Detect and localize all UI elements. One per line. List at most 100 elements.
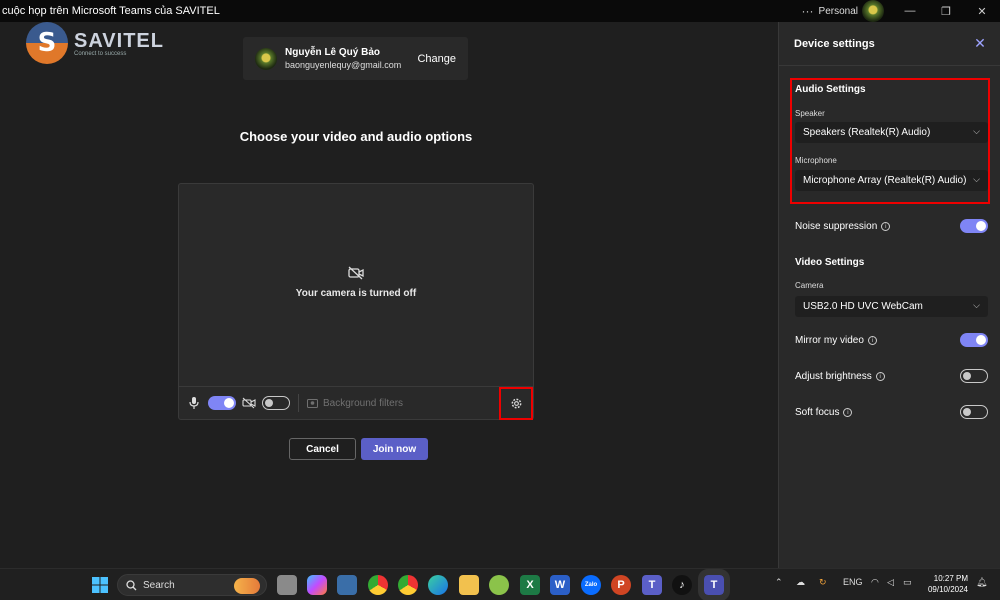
more-options-icon[interactable]: ··· <box>797 4 819 18</box>
gear-icon <box>511 398 521 409</box>
close-window-icon[interactable]: ✕ <box>964 5 1000 18</box>
teams-icon[interactable]: T <box>642 575 662 595</box>
mirror-video-label: Mirror my video <box>795 334 864 346</box>
join-now-button[interactable]: Join now <box>361 438 428 460</box>
wifi-icon[interactable]: ◠ <box>871 577 879 588</box>
camera-off-text: Your camera is turned off <box>295 288 417 299</box>
coccoc-icon[interactable] <box>489 575 509 595</box>
account-name: Nguyễn Lê Quý Bảo <box>285 47 381 58</box>
info-icon[interactable]: i <box>875 371 885 381</box>
photos-icon[interactable] <box>337 575 357 595</box>
cancel-button[interactable]: Cancel <box>289 438 356 460</box>
noise-suppression-row: Noise suppression i <box>795 218 988 234</box>
clock[interactable]: 10:27 PM 09/10/2024 <box>920 573 968 595</box>
microphone-icon <box>189 397 199 409</box>
start-icon[interactable] <box>90 575 110 595</box>
device-settings-button[interactable] <box>499 387 533 420</box>
chevron-down-icon: ⌵ <box>973 126 980 136</box>
device-settings-panel: Device settings ✕ Audio Settings Speaker… <box>778 22 1000 568</box>
search-icon <box>126 579 137 590</box>
camera-toggle[interactable] <box>262 396 290 410</box>
soft-focus-toggle[interactable] <box>960 405 988 419</box>
taskbar: Search X W Zalo P T ♪ T ⌃ ☁ ↻ ENG ◠ ◁ ▭ … <box>0 568 1000 600</box>
info-icon[interactable]: i <box>867 335 877 345</box>
speaker-label: Speaker <box>795 109 825 118</box>
clock-date: 09/10/2024 <box>927 585 968 594</box>
search-highlight-icon <box>234 578 260 594</box>
word-icon[interactable]: W <box>550 575 570 595</box>
tiktok-icon[interactable]: ♪ <box>672 575 692 595</box>
speaker-dropdown[interactable]: Speakers (Realtek(R) Audio) ⌵ <box>795 122 988 143</box>
panel-title: Device settings <box>794 37 875 50</box>
sync-icon[interactable]: ↻ <box>819 577 827 588</box>
chrome-icon[interactable] <box>368 575 388 595</box>
chevron-down-icon: ⌵ <box>973 174 980 184</box>
page-title: Choose your video and audio options <box>239 129 473 144</box>
language-indicator[interactable]: ENG <box>843 577 863 587</box>
camera-label: Camera <box>795 281 824 290</box>
camera-off-small-icon <box>242 397 256 409</box>
zalo-icon[interactable]: Zalo <box>581 575 601 595</box>
adjust-brightness-row: Adjust brightness i <box>795 368 988 384</box>
speaker-value: Speakers (Realtek(R) Audio) <box>803 127 931 138</box>
profile-label[interactable]: Personal <box>819 6 858 17</box>
clock-time: 10:27 PM <box>933 574 968 583</box>
account-card: Nguyễn Lê Quý Bảo baonguyenlequy@gmail.c… <box>243 37 468 80</box>
microphone-dropdown[interactable]: Microphone Array (Realtek(R) Audio) ⌵ <box>795 170 988 191</box>
copilot-icon[interactable] <box>307 575 327 595</box>
powerpoint-icon[interactable]: P <box>611 575 631 595</box>
window-title: cuộc họp trên Microsoft Teams của SAVITE… <box>2 5 220 17</box>
noise-suppression-toggle[interactable] <box>960 219 988 233</box>
divider <box>298 394 299 412</box>
info-icon[interactable]: i <box>881 221 891 231</box>
soft-focus-row: Soft focus i <box>795 404 988 420</box>
logo-mark: S <box>26 22 68 64</box>
battery-icon[interactable]: ▭ <box>903 577 912 588</box>
volume-icon[interactable]: ◁ <box>887 577 894 588</box>
microphone-value: Microphone Array (Realtek(R) Audio) <box>803 175 967 186</box>
camera-off-icon <box>348 266 364 280</box>
chevron-up-icon[interactable]: ⌃ <box>775 577 783 588</box>
profile-avatar[interactable] <box>862 0 884 22</box>
account-email: baonguyenlequy@gmail.com <box>285 60 402 70</box>
background-filters-icon <box>307 398 318 408</box>
cloud-icon[interactable]: ☁ <box>796 577 805 588</box>
account-avatar <box>255 47 277 70</box>
noise-suppression-label: Noise suppression <box>795 220 878 232</box>
camera-off-message: Your camera is turned off <box>179 266 533 299</box>
task-view-icon[interactable] <box>277 575 297 595</box>
file-explorer-icon[interactable] <box>459 575 479 595</box>
search-box[interactable]: Search <box>117 574 267 596</box>
logo-tagline: Connect to success <box>74 50 127 57</box>
close-panel-icon[interactable]: ✕ <box>960 35 1000 52</box>
mirror-video-row: Mirror my video i <box>795 332 988 348</box>
camera-dropdown[interactable]: USB2.0 HD UVC WebCam ⌵ <box>795 296 988 317</box>
info-icon[interactable]: i <box>843 407 853 417</box>
video-preview: Your camera is turned off Background fil… <box>178 183 534 420</box>
chrome-profile-icon[interactable] <box>398 575 418 595</box>
restore-icon[interactable]: ❐ <box>928 5 964 18</box>
change-account-button[interactable]: Change <box>417 53 456 65</box>
savitel-logo: S SAVITEL Connect to success <box>26 22 166 64</box>
microphone-label: Microphone <box>795 156 837 165</box>
minimize-icon[interactable]: — <box>892 5 928 17</box>
background-filters-label: Background filters <box>323 397 404 409</box>
chevron-down-icon: ⌵ <box>973 300 980 310</box>
edge-icon[interactable] <box>428 575 448 595</box>
teams-active-icon[interactable]: T <box>698 569 730 600</box>
video-settings-heading: Video Settings <box>795 257 865 268</box>
notification-icon[interactable]: 🔔︎ <box>976 577 987 588</box>
microphone-toggle[interactable] <box>208 396 236 410</box>
logo-name: SAVITEL <box>74 29 164 52</box>
audio-settings-heading: Audio Settings <box>795 84 866 95</box>
title-bar: cuộc họp trên Microsoft Teams của SAVITE… <box>0 0 1000 22</box>
adjust-brightness-toggle[interactable] <box>960 369 988 383</box>
camera-value: USB2.0 HD UVC WebCam <box>803 301 923 312</box>
adjust-brightness-label: Adjust brightness <box>795 370 872 382</box>
soft-focus-label: Soft focus <box>795 406 840 418</box>
search-label: Search <box>143 579 175 591</box>
excel-icon[interactable]: X <box>520 575 540 595</box>
background-filters-button[interactable]: Background filters <box>307 398 403 409</box>
preview-controls: Background filters <box>179 386 533 420</box>
mirror-video-toggle[interactable] <box>960 333 988 347</box>
